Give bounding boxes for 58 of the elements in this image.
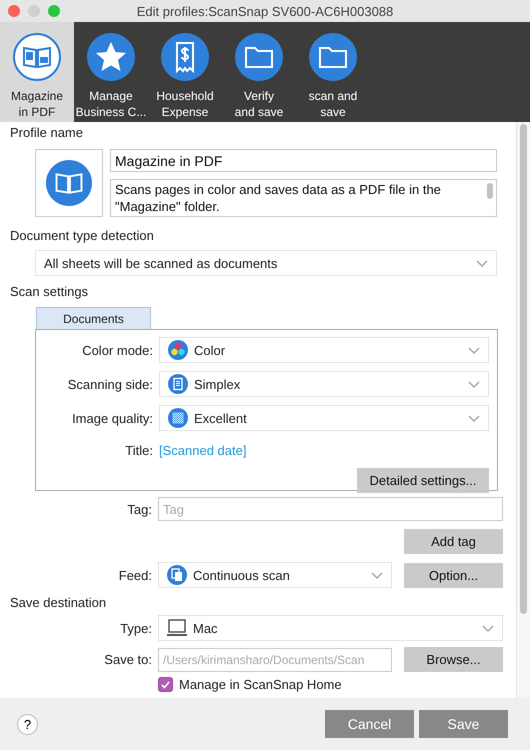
- profile-icon-box[interactable]: [35, 149, 103, 217]
- close-button[interactable]: [8, 5, 20, 17]
- book-icon: [12, 32, 62, 82]
- profile-tab[interactable]: scan and save: [296, 22, 370, 122]
- chevron-down-icon: [371, 572, 383, 578]
- add-tag-button[interactable]: Add tag: [404, 529, 503, 554]
- document-type-dropdown[interactable]: All sheets will be scanned as documents: [35, 250, 497, 276]
- color-dots-icon: [168, 340, 188, 360]
- help-button[interactable]: ?: [17, 714, 38, 734]
- field-label: Color mode:: [81, 342, 153, 358]
- chevron-down-icon: [468, 380, 480, 388]
- pages-icon: [167, 565, 187, 585]
- chevron-down-icon: [468, 414, 480, 422]
- option-button[interactable]: Option...: [404, 562, 503, 588]
- dialog-button[interactable]: Save: [419, 710, 508, 738]
- checkbox-label: Manage in ScanSnap Home: [179, 677, 342, 692]
- profile-name-field[interactable]: Magazine in PDF: [110, 149, 497, 172]
- checkmark-icon: [161, 680, 170, 688]
- settings-tab[interactable]: Documents: [36, 307, 151, 329]
- field-label: Title:: [124, 443, 153, 458]
- book-icon: [45, 159, 93, 207]
- section-label: Scan settings: [10, 284, 90, 301]
- chevron-down-icon: [468, 346, 480, 354]
- field-label: Scanning side:: [66, 376, 153, 392]
- section-label: Profile name: [10, 125, 84, 142]
- zoom-button[interactable]: [48, 5, 60, 17]
- checkbox[interactable]: [158, 677, 173, 692]
- section-label: Document type detection: [10, 228, 155, 245]
- detailed-settings-button[interactable]: Detailed settings...: [357, 468, 489, 493]
- settings-dropdown[interactable]: Excellent: [159, 405, 489, 431]
- window-title: Edit profiles:ScanSnap SV600-AC6H003088: [136, 4, 394, 18]
- section-label: Save destination: [10, 595, 108, 612]
- checkered-icon: [168, 408, 188, 428]
- field-label: Type:: [119, 620, 152, 636]
- scrollbar[interactable]: [516, 122, 530, 698]
- description-field[interactable]: Scans pages in color and saves data as a PDF file in the "Magazine" folder.: [110, 179, 497, 217]
- profile-tab[interactable]: Household Expense: [148, 22, 222, 122]
- profile-tab[interactable]: Manage Business C...: [74, 22, 148, 122]
- folder-icon: [308, 32, 358, 82]
- tag-field[interactable]: Tag: [158, 497, 503, 521]
- chevron-down-icon: [476, 260, 488, 266]
- field-label: Tag:: [126, 502, 152, 516]
- dialog-button[interactable]: Cancel: [325, 710, 414, 738]
- field-label: Feed:: [118, 568, 152, 582]
- monitor-icon: [167, 619, 187, 637]
- type-dropdown[interactable]: Mac: [158, 615, 503, 641]
- settings-dropdown[interactable]: Color: [159, 337, 489, 363]
- folder-icon: [234, 32, 284, 82]
- chevron-down-icon: [482, 624, 494, 632]
- browse-button[interactable]: Browse...: [404, 647, 503, 672]
- document-icon: [168, 374, 188, 394]
- field-label: Save to:: [103, 652, 152, 667]
- profile-tab[interactable]: Magazine in PDF: [0, 22, 74, 122]
- settings-dropdown[interactable]: Simplex: [159, 371, 489, 397]
- receipt-icon: [160, 32, 210, 82]
- feed-dropdown[interactable]: Continuous scan: [158, 562, 392, 588]
- profile-tab[interactable]: Verify and save: [222, 22, 296, 122]
- field-label: Image quality:: [71, 410, 153, 426]
